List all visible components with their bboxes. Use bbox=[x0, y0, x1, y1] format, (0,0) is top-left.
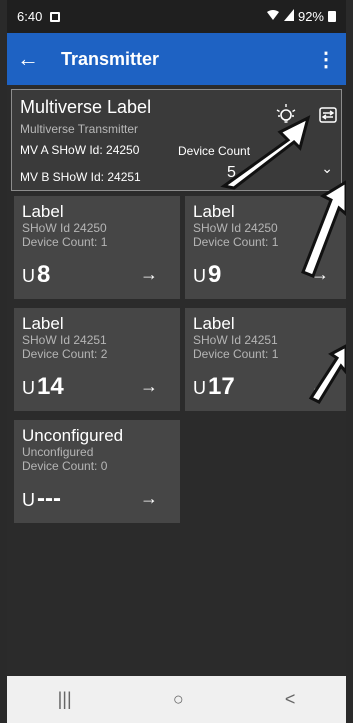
status-bar: 6:40 92% bbox=[7, 0, 346, 33]
tile-show-id: SHoW Id 24251 bbox=[22, 333, 107, 347]
tile-label: Label bbox=[22, 314, 64, 333]
app-bar: ← Transmitter ⋮ bbox=[7, 33, 346, 85]
tile-show-id: SHoW Id 24250 bbox=[22, 221, 107, 235]
arrow-right-icon[interactable]: → bbox=[140, 488, 158, 509]
back-button[interactable]: ← bbox=[17, 46, 51, 72]
system-nav-bar: ||| ○ < bbox=[7, 676, 346, 723]
universe-number: 9 bbox=[208, 261, 222, 288]
system-back-button[interactable]: < bbox=[285, 689, 296, 710]
notification-icon bbox=[50, 11, 61, 22]
wifi-icon bbox=[266, 9, 280, 24]
universe-prefix: U bbox=[193, 266, 206, 286]
more-options-icon[interactable]: ⋮ bbox=[316, 47, 336, 72]
tile-universe: U 8 bbox=[22, 261, 50, 289]
universe-number: 8 bbox=[37, 261, 51, 288]
tile-show-id: Unconfigured bbox=[22, 445, 94, 459]
home-button[interactable]: ○ bbox=[173, 689, 184, 710]
battery-percent: 92% bbox=[297, 9, 324, 24]
universe-prefix: U bbox=[22, 490, 35, 510]
tile-device-count: Device Count: 1 bbox=[22, 235, 108, 249]
universe-tile[interactable]: Unconfigured Unconfigured Device Count: … bbox=[14, 420, 180, 523]
universe-number: 17 bbox=[208, 373, 235, 400]
tile-label: Unconfigured bbox=[22, 426, 124, 445]
tile-universe: U --- bbox=[22, 485, 61, 513]
universe-number: --- bbox=[37, 485, 61, 512]
tile-universe: U 17 bbox=[193, 373, 235, 401]
tile-label: Label bbox=[193, 314, 235, 333]
status-right: 92% bbox=[266, 9, 336, 24]
callout-arrow-bottom bbox=[308, 344, 346, 404]
tile-label: Label bbox=[22, 202, 64, 221]
page-title: Transmitter bbox=[61, 48, 160, 69]
tile-universe: U 9 bbox=[193, 261, 221, 289]
battery-icon bbox=[328, 11, 336, 22]
app-frame: 6:40 92% ← Transmitter ⋮ Multiverse Labe… bbox=[7, 0, 346, 723]
universe-tile[interactable]: Label SHoW Id 24250 Device Count: 1 U 8 … bbox=[14, 196, 180, 299]
arrow-right-icon[interactable]: → bbox=[140, 264, 158, 285]
universe-prefix: U bbox=[22, 266, 35, 286]
recents-button[interactable]: ||| bbox=[58, 689, 72, 710]
universe-prefix: U bbox=[22, 378, 35, 398]
universe-number: 14 bbox=[37, 373, 64, 400]
tile-universe: U 14 bbox=[22, 373, 64, 401]
universe-tile[interactable]: Label SHoW Id 24251 Device Count: 2 U 14… bbox=[14, 308, 180, 411]
callout-arrow-middle bbox=[301, 180, 346, 278]
tile-device-count: Device Count: 2 bbox=[22, 347, 108, 361]
status-time: 6:40 bbox=[17, 9, 43, 24]
tile-device-count: Device Count: 0 bbox=[22, 459, 108, 473]
signal-icon bbox=[283, 9, 294, 24]
universe-prefix: U bbox=[193, 378, 206, 398]
arrow-right-icon[interactable]: → bbox=[140, 376, 158, 397]
